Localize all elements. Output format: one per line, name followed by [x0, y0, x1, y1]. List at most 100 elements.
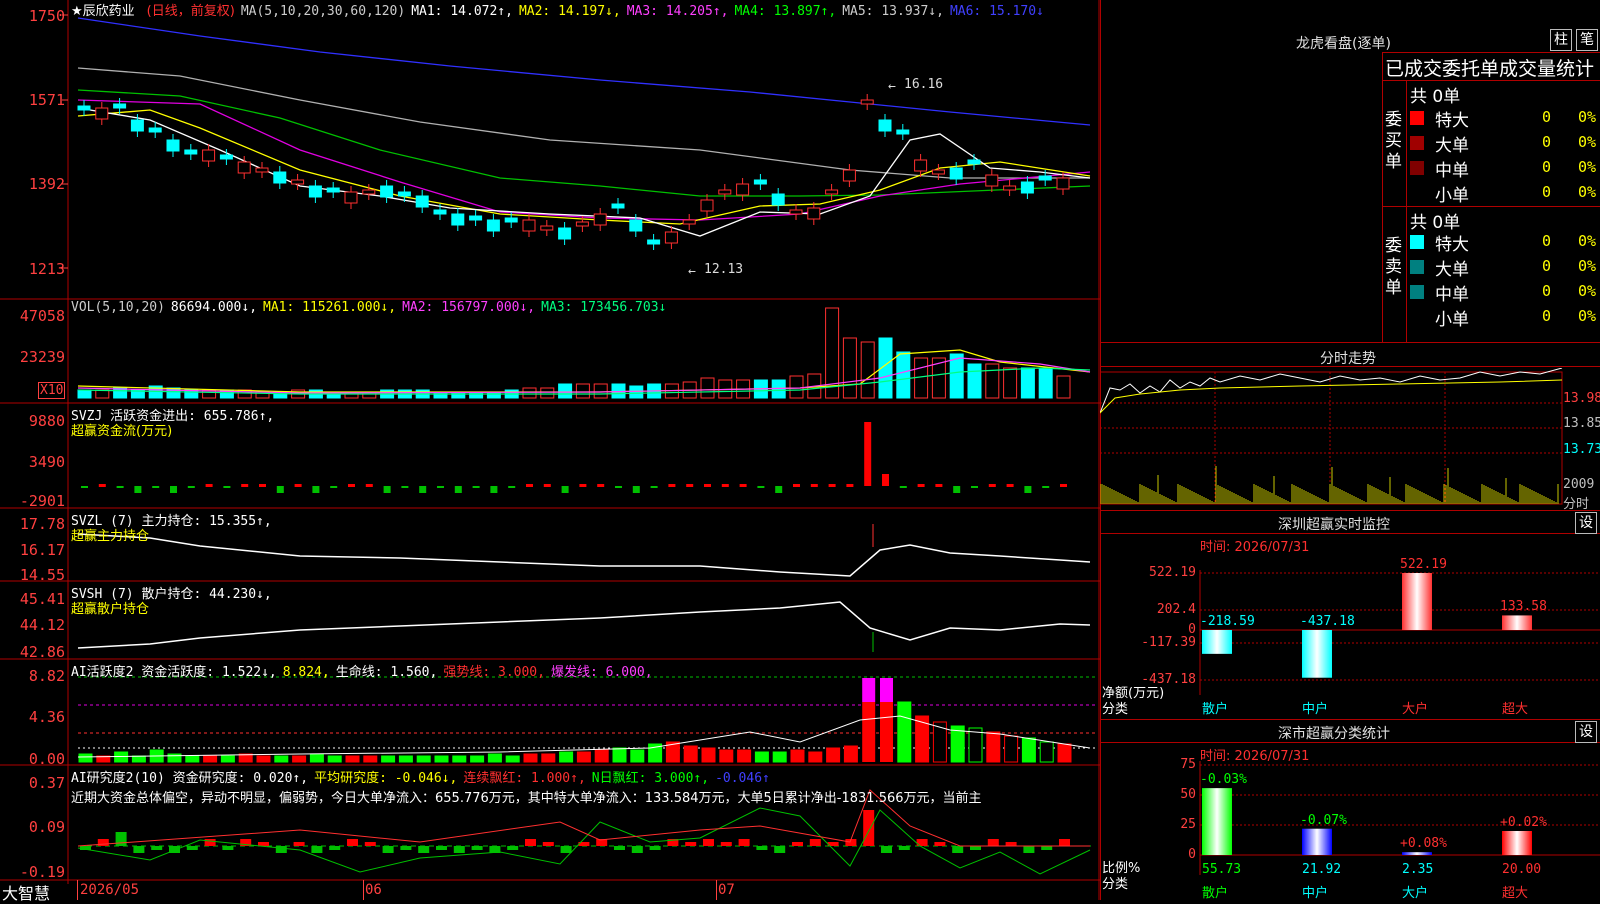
candle: [575, 221, 589, 227]
x-axis-label: 07: [718, 882, 735, 898]
volume-bar: [522, 387, 537, 399]
sz-class-settings-button[interactable]: 设: [1575, 721, 1597, 743]
svsh-y-tick: 42.86: [19, 643, 65, 661]
volume-bar: [985, 363, 1000, 399]
ai2-value5: -0.046↑: [715, 771, 770, 786]
svzj-sub: 超赢资金流(万元): [71, 424, 173, 439]
research-bar: [685, 842, 697, 846]
candle: [1056, 177, 1070, 190]
sell-row-count: 0: [1542, 282, 1552, 300]
cls-y-tick: 25: [1180, 817, 1196, 832]
sz-class-bar: [1302, 828, 1332, 855]
intraday-chart[interactable]: [1100, 368, 1600, 510]
candle: [593, 213, 607, 226]
buy-row-pct: 0%: [1578, 183, 1597, 201]
sz-monitor-bar: [1302, 630, 1332, 678]
research-bar: [934, 842, 946, 846]
candle: [308, 185, 322, 198]
sz-class-bar: [1502, 831, 1532, 855]
activity-bar: [309, 753, 324, 763]
buy-color-swatch: [1410, 136, 1424, 150]
sz-bar-category: 超大: [1502, 702, 1529, 717]
sell-row-count: 0: [1542, 307, 1552, 325]
cls-bar-category: 中户: [1302, 886, 1329, 901]
candle: [700, 199, 714, 212]
buy-row-count: 0: [1542, 108, 1552, 126]
fenshi-tick: 2009: [1563, 477, 1595, 492]
research-bar: [809, 839, 821, 846]
bar-mode-button[interactable]: 柱: [1550, 29, 1572, 51]
research-bar: [418, 846, 430, 853]
vol-unit-badge: X10: [38, 382, 66, 399]
activity-bar: [880, 702, 893, 762]
svsh-y-tick: 45.41: [19, 590, 65, 608]
research-bar: [525, 839, 536, 846]
buy-label: 委买单: [1385, 110, 1402, 172]
candle: [985, 174, 999, 187]
activity-bar: [968, 727, 983, 763]
candle: [949, 167, 963, 180]
cls-bar-delta: -0.07%: [1300, 812, 1347, 828]
activity-bar: [523, 753, 538, 763]
fund-flow-bar: [543, 484, 551, 487]
fund-flow-bar: [917, 484, 925, 487]
candle: [1003, 185, 1017, 191]
price-y-tick: 1392: [28, 175, 65, 193]
activity-bar: [737, 749, 752, 763]
candle: [789, 209, 803, 215]
research-bar: [738, 839, 750, 846]
activity-bar: [701, 747, 716, 763]
research-bar: [1041, 846, 1053, 850]
activity-bar: [256, 755, 271, 763]
sell-label: 委卖单: [1385, 236, 1402, 298]
activity-bar: [986, 731, 1001, 763]
research-bar: [542, 842, 554, 846]
tick-mode-button[interactable]: 笔: [1576, 29, 1598, 51]
fund-flow-bar: [971, 486, 978, 488]
sz-monitor-bar: [1202, 630, 1232, 654]
activity-bar: [808, 751, 823, 763]
svg-text:←: ←: [888, 79, 896, 94]
activity-bar: [1057, 743, 1072, 763]
volume-bar: [575, 383, 590, 399]
sz-class-bar: [1402, 852, 1432, 855]
sell-row-label: 小单: [1435, 310, 1469, 330]
activity-bar: [452, 755, 467, 763]
activity-bar: [559, 751, 574, 763]
ai2-header: AI研究度2(10) 资金研究度: 0.020↑, 平均研究度: -0.046↓,…: [71, 767, 776, 786]
buy-row-label: 特大: [1435, 111, 1469, 131]
cls-y-tick: 0: [1188, 847, 1196, 862]
fenshi-tick: 13.73: [1563, 442, 1600, 457]
sz-bar-category: 中户: [1302, 702, 1329, 717]
volume-bar: [860, 341, 875, 399]
ai1-y-tick: 8.82: [28, 667, 65, 685]
fenshi-tick: 13.85: [1563, 416, 1600, 431]
candle: [469, 215, 483, 221]
activity-bar: [292, 755, 307, 763]
ai1-header: AI活跃度2 资金活跃度: 1.522↓, 8.824, 生命线: 1.560, 强势…: [71, 661, 659, 680]
activity-bar: [1021, 737, 1036, 763]
fund-flow-bar: [508, 486, 516, 488]
activity-bar: [274, 755, 289, 763]
fund-flow-bar: [81, 486, 88, 488]
activity-bar: [416, 755, 431, 763]
fund-flow-bar: [775, 486, 783, 493]
research-bar: [258, 842, 269, 846]
sell-row-pct: 0%: [1578, 282, 1597, 300]
research-bar: [507, 846, 519, 850]
ai2-y-tick: 0.09: [28, 818, 65, 836]
candle: [522, 219, 536, 232]
stock-name[interactable]: ★辰欣药业: [71, 4, 141, 19]
main-chart-header: ★辰欣药业 (日线，前复权) MA(5,10,20,30,60,120) MA1: 1…: [71, 0, 1050, 19]
candle: [540, 225, 554, 231]
vol-label: VOL(5,10,20): [71, 300, 165, 315]
activity-bar: [434, 755, 449, 763]
volume-bar: [1003, 367, 1018, 399]
sz-monitor-settings-button[interactable]: 设: [1575, 512, 1597, 534]
ma5-value: MA5: 13.937↓,: [842, 4, 944, 19]
activity-bar: [826, 747, 841, 763]
volume-bar: [896, 351, 911, 399]
buy-row-pct: 0%: [1578, 133, 1597, 151]
fund-flow-bar: [721, 484, 729, 487]
x-axis-tick: [716, 880, 717, 900]
